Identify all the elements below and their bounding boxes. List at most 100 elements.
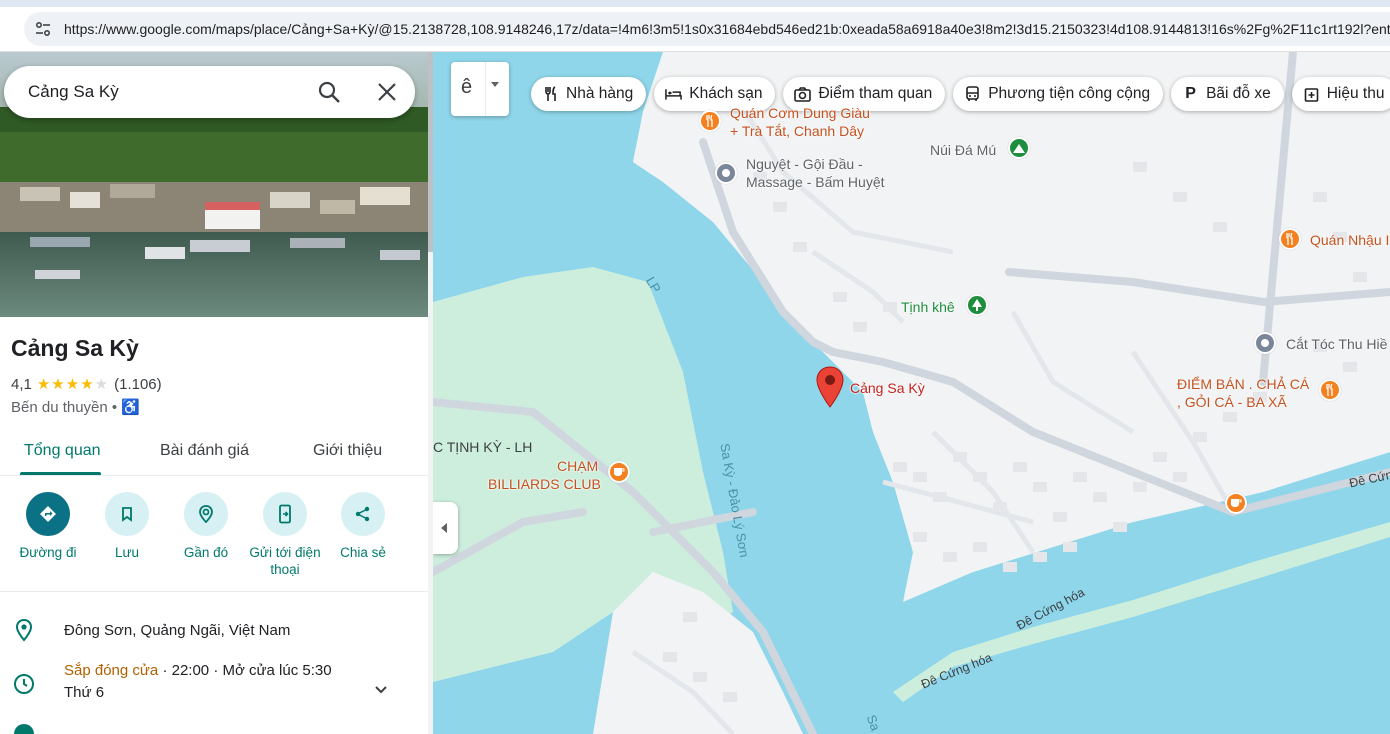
poi-tinh-khe[interactable]: Tịnh khê: [901, 298, 955, 316]
chip-parking[interactable]: P Bãi đỗ xe: [1171, 77, 1284, 111]
poi-cham-line1[interactable]: CHẠM: [557, 457, 598, 475]
camera-icon: [794, 86, 812, 103]
layer-switcher[interactable]: ê: [451, 62, 509, 116]
parking-icon: P: [1185, 85, 1196, 102]
section-divider: [0, 591, 428, 592]
layer-switcher-divider: [485, 62, 486, 116]
rating-value: 4,1: [11, 375, 32, 393]
rating-row[interactable]: 4,1 ★★★★★ (1.106): [11, 375, 162, 394]
search-box[interactable]: Cảng Sa Kỳ: [4, 66, 415, 118]
chip-label: Phương tiện công cộng: [988, 85, 1151, 102]
poi-quan-com-line1[interactable]: Quán Cơm Dung Giàu: [730, 104, 870, 122]
bookmark-icon: [105, 492, 149, 536]
chip-pharmacy[interactable]: Hiệu thu: [1291, 77, 1390, 111]
hours-detail: · 22:00 · Mở cửa lúc 5:30: [158, 662, 332, 679]
place-category: Bến du thuyền • ♿: [11, 398, 140, 416]
share-label: Chia sẻ: [340, 545, 386, 560]
address-bar[interactable]: https://www.google.com/maps/place/Cảng+S…: [24, 12, 1390, 46]
save-button[interactable]: Lưu: [85, 492, 169, 561]
hours-row[interactable]: Sắp đóng cửa · 22:00 · Mở cửa lúc 5:30 T…: [0, 658, 428, 718]
category-chips: Nhà hàng Khách sạn Điểm tham quan Phương…: [531, 77, 1390, 111]
chevron-down-icon[interactable]: [372, 680, 390, 698]
chip-label: Khách sạn: [689, 85, 763, 102]
search-input[interactable]: Cảng Sa Kỳ: [28, 82, 119, 102]
park-pin[interactable]: [966, 294, 988, 316]
directions-button[interactable]: Đường đi: [6, 492, 90, 561]
poi-diem-ban-line1[interactable]: ĐIỂM BÁN . CHẢ CÁ: [1177, 375, 1309, 393]
review-count[interactable]: (1.106): [114, 376, 162, 393]
location-icon: [15, 618, 33, 642]
service-pin[interactable]: [715, 162, 737, 184]
cafe-pin[interactable]: [608, 461, 630, 483]
tab-reviews[interactable]: Bài đánh giá: [160, 442, 249, 460]
place-panel: Cảng Sa Kỳ Cảng Sa Kỳ 4,1 ★★★★★ (1.106) …: [0, 52, 428, 734]
close-icon[interactable]: [374, 79, 400, 105]
place-tabs: Tổng quan Bài đánh giá Giới thiệu: [0, 432, 428, 476]
send-to-phone-label: Gửi tới điện thoại: [249, 545, 321, 577]
chip-label: Nhà hàng: [566, 85, 634, 102]
poi-quan-nhau[interactable]: Quán Nhậu I: [1310, 231, 1389, 249]
send-to-phone-icon: [263, 492, 307, 536]
poi-nui-da-mu[interactable]: Núi Đá Mú: [930, 141, 996, 159]
poi-nguyet-line2[interactable]: Massage - Bấm Huyệt: [746, 173, 885, 191]
rating-stars: ★★★★★: [36, 376, 110, 393]
tab-strip: [0, 0, 1390, 7]
hours-day: Thứ 6: [64, 684, 105, 701]
collapse-panel-button[interactable]: [433, 502, 458, 554]
chevron-left-icon: [441, 523, 447, 533]
action-buttons: Đường đi Lưu Gần đó Gửi tới điện thoại C…: [0, 492, 428, 592]
cafe-pin[interactable]: [1225, 492, 1247, 514]
hours-status: Sắp đóng cửa: [64, 662, 159, 679]
category-label[interactable]: Bến du thuyền: [11, 399, 108, 416]
layer-switcher-label: ê: [461, 76, 473, 98]
directions-label: Đường đi: [19, 545, 77, 560]
poi-nguyet-line1[interactable]: Nguyệt - Gội Đầu -: [746, 155, 863, 173]
mountain-pin[interactable]: [1008, 137, 1030, 159]
chip-label: Điểm tham quan: [818, 85, 933, 102]
poi-cang-sa-ky[interactable]: Cảng Sa Kỳ: [850, 379, 925, 397]
save-label: Lưu: [114, 545, 140, 560]
nearby-button[interactable]: Gần đó: [164, 492, 248, 561]
label-tinh-ky[interactable]: C TỊNH KỲ - LH: [433, 438, 532, 456]
restaurant-pin[interactable]: [699, 110, 721, 132]
address-text: Đông Sơn, Quảng Ngãi, Việt Nam: [64, 622, 291, 639]
search-icon[interactable]: [316, 79, 342, 105]
share-icon: [341, 492, 385, 536]
category-separator: •: [111, 399, 118, 416]
tab-overview[interactable]: Tổng quan: [24, 442, 101, 460]
nearby-icon: [184, 492, 228, 536]
bed-icon: [665, 86, 683, 103]
poi-quan-com-line2[interactable]: + Trà Tắt, Chanh Dây: [730, 122, 864, 140]
caret-down-icon[interactable]: [491, 82, 499, 87]
send-to-phone-button[interactable]: Gửi tới điện thoại: [243, 492, 327, 578]
active-tab-indicator: [20, 472, 101, 475]
share-button[interactable]: Chia sẻ: [321, 492, 405, 561]
tab-about[interactable]: Giới thiệu: [313, 442, 382, 460]
chip-restaurants[interactable]: Nhà hàng: [531, 77, 647, 111]
hours-text: Sắp đóng cửa · 22:00 · Mở cửa lúc 5:30 T…: [64, 660, 332, 704]
restaurant-pin[interactable]: [1279, 228, 1301, 250]
selected-place-pin[interactable]: [816, 366, 844, 408]
poi-diem-ban-line2[interactable]: , GỎI CÁ - BA XÃ: [1177, 393, 1287, 411]
restaurant-pin[interactable]: [1319, 379, 1341, 401]
service-pin[interactable]: [1254, 332, 1276, 354]
address-row[interactable]: Đông Sơn, Quảng Ngãi, Việt Nam: [0, 612, 428, 652]
fork-knife-icon: [542, 86, 559, 103]
place-photo[interactable]: Cảng Sa Kỳ: [0, 52, 428, 317]
site-info-icon[interactable]: [34, 20, 52, 38]
poi-cat-toc[interactable]: Cắt Tóc Thu Hiề: [1286, 335, 1387, 353]
poi-cham-line2[interactable]: BILLIARDS CLUB: [488, 475, 601, 493]
directions-icon: [26, 492, 70, 536]
place-title: Cảng Sa Kỳ: [11, 335, 139, 361]
map-canvas[interactable]: ê Nhà hàng Khách sạn Điểm tham quan Phươ…: [433, 52, 1390, 734]
website-icon-partial: [14, 724, 34, 734]
url-text[interactable]: https://www.google.com/maps/place/Cảng+S…: [64, 21, 1390, 37]
browser-toolbar: https://www.google.com/maps/place/Cảng+S…: [0, 0, 1390, 52]
bus-icon: [964, 86, 981, 103]
chip-label: Hiệu thu: [1326, 85, 1385, 102]
pharmacy-icon: [1303, 86, 1320, 103]
nearby-label: Gần đó: [183, 545, 229, 560]
chip-transit[interactable]: Phương tiện công cộng: [953, 77, 1164, 111]
clock-icon: [14, 674, 34, 694]
wheelchair-icon: ♿: [121, 399, 141, 416]
